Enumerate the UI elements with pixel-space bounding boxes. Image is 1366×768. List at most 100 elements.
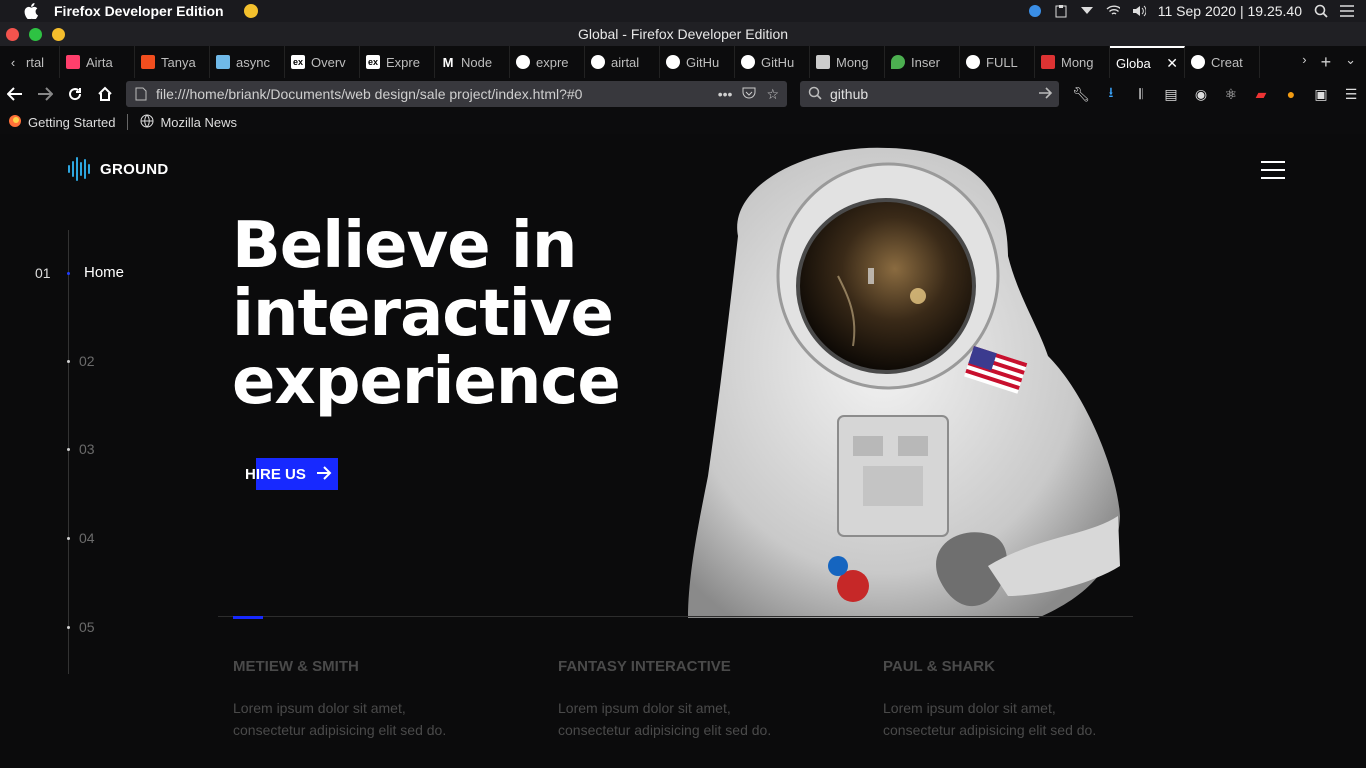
scroll-tabs-left-button[interactable]: ‹: [0, 55, 26, 70]
forward-button[interactable]: [30, 79, 60, 109]
side-nav-item[interactable]: 02: [67, 353, 95, 369]
side-nav-item[interactable]: 05: [67, 619, 95, 635]
tab[interactable]: async: [210, 46, 285, 78]
tab-label: rtal: [26, 54, 45, 70]
nav-dot-icon: [67, 359, 70, 363]
tab-label: Globa: [1116, 55, 1151, 71]
nav-dot-icon: [67, 447, 70, 451]
close-tab-icon[interactable]: ✕: [1166, 55, 1184, 72]
tab[interactable]: Creat: [1185, 46, 1260, 78]
side-nav-active-number[interactable]: 01: [35, 265, 51, 281]
extension-icon[interactable]: ●: [1280, 83, 1302, 105]
wifi-icon[interactable]: [1106, 4, 1120, 18]
side-nav-item[interactable]: 04: [67, 530, 95, 546]
tab[interactable]: Tanya: [135, 46, 210, 78]
search-input[interactable]: github: [830, 86, 868, 102]
client-column: FANTASY INTERACTIVE Lorem ipsum dolor si…: [558, 658, 858, 741]
status-dot-icon: [243, 4, 258, 18]
dropdown-icon[interactable]: [1080, 4, 1094, 18]
page-actions-icon[interactable]: •••: [718, 86, 733, 103]
tab[interactable]: ex Expre: [360, 46, 435, 78]
sidebar-icon[interactable]: ▤: [1160, 83, 1182, 105]
close-window-button[interactable]: [6, 28, 19, 41]
tab-list-dropdown-icon[interactable]: ⌄: [1345, 52, 1356, 73]
side-nav-home-link[interactable]: Home: [84, 264, 124, 281]
url-bar[interactable]: file:///home/briank/Documents/web design…: [126, 81, 787, 107]
pocket-icon[interactable]: [742, 86, 756, 103]
tab-label: Creat: [1211, 54, 1243, 70]
maximize-window-button[interactable]: [29, 28, 42, 41]
vpn-icon[interactable]: [1028, 4, 1042, 18]
tab[interactable]: M Node: [435, 46, 510, 78]
app-name[interactable]: Firefox Developer Edition: [54, 3, 224, 19]
reload-button[interactable]: [60, 79, 90, 109]
tab[interactable]: FULL: [960, 46, 1035, 78]
bookmark-separator: [127, 114, 129, 130]
clipboard-icon[interactable]: [1054, 4, 1068, 18]
account-icon[interactable]: ◉: [1190, 83, 1212, 105]
clock[interactable]: 11 Sep 2020 | 19.25.40: [1158, 3, 1302, 19]
extension-icon[interactable]: ▰: [1250, 83, 1272, 105]
side-nav-number: 02: [79, 353, 95, 369]
tab[interactable]: GitHu: [735, 46, 810, 78]
bookmark-getting-started[interactable]: Getting Started: [8, 114, 115, 131]
mongodb-icon: [891, 55, 905, 69]
side-nav-active-dot: [67, 272, 70, 275]
hire-us-button[interactable]: HIRE US: [245, 458, 332, 490]
hamburger-menu-icon[interactable]: [1261, 161, 1285, 179]
tab-label: Tanya: [161, 54, 196, 70]
side-nav-item[interactable]: 03: [67, 441, 95, 457]
hire-us-label: HIRE US: [245, 465, 306, 483]
tab[interactable]: Inser: [885, 46, 960, 78]
hero-title-line: interactive: [232, 277, 614, 351]
tab-label: async: [236, 54, 270, 70]
site-logo[interactable]: GROUND: [68, 156, 168, 182]
home-button[interactable]: [90, 79, 120, 109]
new-tab-button[interactable]: +: [1321, 52, 1332, 73]
side-nav-number: 04: [79, 530, 95, 546]
tab-label: Mong: [836, 54, 869, 70]
tab[interactable]: GitHu: [660, 46, 735, 78]
globe-icon: [140, 114, 154, 131]
search-icon[interactable]: [1314, 4, 1328, 18]
navigation-toolbar: file:///home/briank/Documents/web design…: [0, 78, 1366, 110]
apple-icon[interactable]: [22, 2, 40, 20]
scroll-tabs-right-button[interactable]: ›: [1302, 52, 1306, 73]
tab[interactable]: Mong: [1035, 46, 1110, 78]
hamburger-menu-icon[interactable]: ☰: [1340, 83, 1362, 105]
book-icon: [816, 55, 830, 69]
bookmarks-toolbar: Getting Started Mozilla News: [0, 110, 1366, 134]
menu-icon[interactable]: [1340, 4, 1354, 18]
figma-icon: [141, 55, 155, 69]
bookmark-star-icon[interactable]: ☆: [766, 86, 779, 103]
react-devtools-icon[interactable]: ⚛: [1220, 83, 1242, 105]
tab[interactable]: ex Overv: [285, 46, 360, 78]
astronaut-image: [688, 147, 1120, 618]
client-column: METIEW & SMITH Lorem ipsum dolor sit ame…: [233, 658, 533, 741]
library-icon[interactable]: 𝄃: [1130, 83, 1152, 105]
side-nav-number: 03: [79, 441, 95, 457]
airtable-icon: [66, 55, 80, 69]
url-text[interactable]: file:///home/briank/Documents/web design…: [156, 86, 582, 102]
tab[interactable]: Mong: [810, 46, 885, 78]
os-menu-bar: Firefox Developer Edition 11 Sep 2020 | …: [0, 0, 1366, 22]
tab-active[interactable]: Globa ✕: [1110, 46, 1185, 78]
volume-icon[interactable]: [1132, 4, 1146, 18]
tab-label: Node: [461, 54, 493, 70]
search-go-button[interactable]: [1039, 86, 1059, 102]
bookmark-mozilla-news[interactable]: Mozilla News: [140, 114, 237, 131]
client-name: FANTASY INTERACTIVE: [558, 658, 731, 675]
tab[interactable]: rtal: [26, 46, 60, 78]
client-text: consectetur adipisicing elit sed do.: [558, 722, 772, 738]
back-button[interactable]: [0, 79, 30, 109]
tab[interactable]: Airta: [60, 46, 135, 78]
minimize-window-button[interactable]: [52, 28, 65, 41]
wrench-icon[interactable]: 🔧︎: [1070, 83, 1092, 105]
tab[interactable]: expre: [510, 46, 585, 78]
extension-icon[interactable]: ▣: [1310, 83, 1332, 105]
download-icon[interactable]: ⭳: [1100, 83, 1122, 105]
sound-wave-icon: [68, 156, 90, 182]
tab[interactable]: airtal: [585, 46, 660, 78]
search-bar[interactable]: github: [800, 81, 1059, 107]
status-area: 11 Sep 2020 | 19.25.40: [1028, 3, 1366, 19]
